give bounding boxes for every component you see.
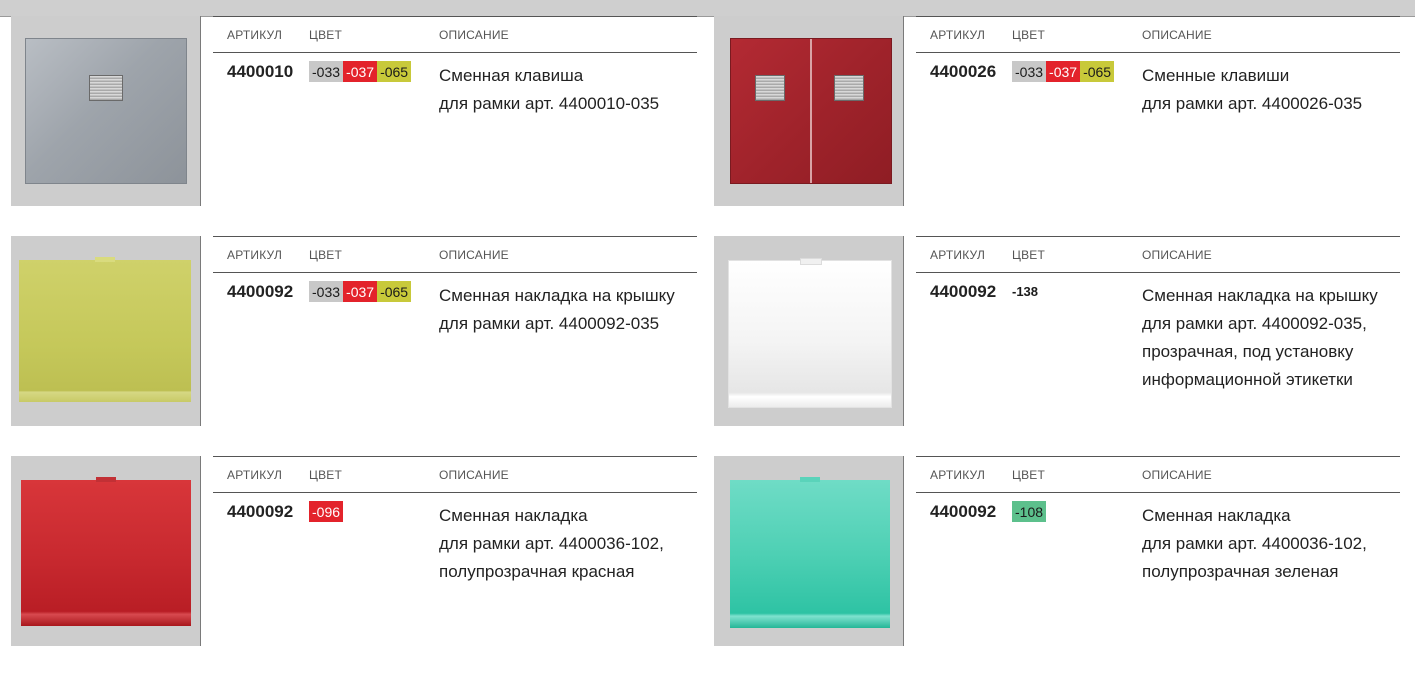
description-line: Сменная накладка — [439, 506, 588, 525]
description-line: Сменная накладка — [1142, 506, 1291, 525]
red-translucent-cover-plate — [21, 477, 191, 626]
description-line: для рамки арт. 4400036-102, — [1142, 534, 1367, 553]
color-chip: -037 — [343, 61, 378, 82]
product-card: АРТИКУЛ ЦВЕТ ОПИСАНИЕ 4400092 -033 -037 … — [11, 236, 701, 426]
header-description: ОПИСАНИЕ — [439, 468, 509, 482]
header-color: ЦВЕТ — [309, 28, 343, 42]
description: Сменная накладка для рамки арт. 4400036-… — [439, 502, 699, 586]
color-chip: -065 — [377, 281, 412, 302]
product-image-silver-switch — [11, 16, 201, 206]
header-color: ЦВЕТ — [1012, 468, 1046, 482]
header-description: ОПИСАНИЕ — [1142, 248, 1212, 262]
header-article: АРТИКУЛ — [930, 28, 986, 42]
color-chip: -033 — [309, 281, 344, 302]
header-color: ЦВЕТ — [1012, 28, 1046, 42]
description: Сменная накладка на крышку для рамки арт… — [439, 282, 699, 338]
description-line: прозрачная, под установку — [1142, 342, 1354, 361]
product-image-green-translucent-cover — [714, 456, 904, 646]
label-window-icon — [755, 75, 785, 101]
green-translucent-cover-plate — [730, 477, 890, 628]
article-number: 4400092 — [227, 282, 294, 301]
color-chip: -065 — [377, 61, 412, 82]
product-card: АРТИКУЛ ЦВЕТ ОПИСАНИЕ 4400092 -138 Сменн… — [714, 236, 1404, 426]
color-chips: -096 — [309, 501, 344, 522]
header-description: ОПИСАНИЕ — [1142, 468, 1212, 482]
article-number: 4400092 — [930, 502, 997, 521]
description-line: для рамки арт. 4400092-035 — [439, 314, 660, 333]
description-line: для рамки арт. 4400092-035, — [1142, 314, 1367, 333]
top-bar — [0, 0, 1415, 17]
color-chip: -037 — [343, 281, 378, 302]
description: Сменная накладка на крышку для рамки арт… — [1142, 282, 1402, 394]
header-color: ЦВЕТ — [309, 248, 343, 262]
description: Сменные клавиши для рамки арт. 4400026-0… — [1142, 62, 1402, 118]
color-chip: -033 — [309, 61, 344, 82]
label-window-icon — [834, 75, 864, 101]
color-chips: -108 — [1012, 501, 1047, 522]
product-card: АРТИКУЛ ЦВЕТ ОПИСАНИЕ 4400010 -033 -037 … — [11, 16, 701, 206]
color-chip: -096 — [309, 501, 344, 522]
transparent-cover-plate — [728, 258, 892, 408]
red-double-switch-plate — [730, 38, 892, 184]
header-description: ОПИСАНИЕ — [439, 248, 509, 262]
color-chips: -033 -037 -065 — [309, 281, 412, 302]
description-line: для рамки арт. 4400036-102, — [439, 534, 664, 553]
product-image-transparent-cover — [714, 236, 904, 426]
color-chips: -033 -037 -065 — [309, 61, 412, 82]
label-window-icon — [89, 75, 123, 101]
description-line: полупрозрачная зеленая — [1142, 562, 1339, 581]
header-color: ЦВЕТ — [309, 468, 343, 482]
color-chip: -108 — [1012, 501, 1047, 522]
header-article: АРТИКУЛ — [227, 468, 283, 482]
header-article: АРТИКУЛ — [930, 248, 986, 262]
article-number: 4400010 — [227, 62, 294, 81]
description-line: Сменная клавиша — [439, 66, 584, 85]
description-line: для рамки арт. 4400010-035 — [439, 94, 660, 113]
header-article: АРТИКУЛ — [930, 468, 986, 482]
silver-switch-plate — [25, 38, 187, 184]
header-article: АРТИКУЛ — [227, 28, 283, 42]
product-card: АРТИКУЛ ЦВЕТ ОПИСАНИЕ 4400092 -108 Сменн… — [714, 456, 1404, 646]
description-line: Сменная накладка на крышку — [439, 286, 675, 305]
color-chip: -033 — [1012, 61, 1047, 82]
product-image-red-double-switch — [714, 16, 904, 206]
product-image-lime-cover — [11, 236, 201, 426]
product-card: АРТИКУЛ ЦВЕТ ОПИСАНИЕ 4400092 -096 Сменн… — [11, 456, 701, 646]
lime-cover-plate — [19, 257, 191, 402]
description-line: полупрозрачная красная — [439, 562, 635, 581]
article-number: 4400092 — [227, 502, 294, 521]
description-line: информационной этикетки — [1142, 370, 1353, 389]
color-chips: -138 — [1012, 281, 1041, 302]
color-chips: -033 -037 -065 — [1012, 61, 1115, 82]
description-line: Сменная накладка на крышку — [1142, 286, 1378, 305]
header-article: АРТИКУЛ — [227, 248, 283, 262]
description: Сменная клавиша для рамки арт. 4400010-0… — [439, 62, 699, 118]
header-color: ЦВЕТ — [1012, 248, 1046, 262]
color-chip: -065 — [1080, 61, 1115, 82]
article-number: 4400026 — [930, 62, 997, 81]
color-chip: -138 — [1012, 284, 1039, 299]
description-line: для рамки арт. 4400026-035 — [1142, 94, 1363, 113]
header-description: ОПИСАНИЕ — [439, 28, 509, 42]
color-chip: -037 — [1046, 61, 1081, 82]
product-image-red-translucent-cover — [11, 456, 201, 646]
description: Сменная накладка для рамки арт. 4400036-… — [1142, 502, 1402, 586]
product-card: АРТИКУЛ ЦВЕТ ОПИСАНИЕ 4400026 -033 -037 … — [714, 16, 1404, 206]
header-description: ОПИСАНИЕ — [1142, 28, 1212, 42]
description-line: Сменные клавиши — [1142, 66, 1290, 85]
article-number: 4400092 — [930, 282, 997, 301]
